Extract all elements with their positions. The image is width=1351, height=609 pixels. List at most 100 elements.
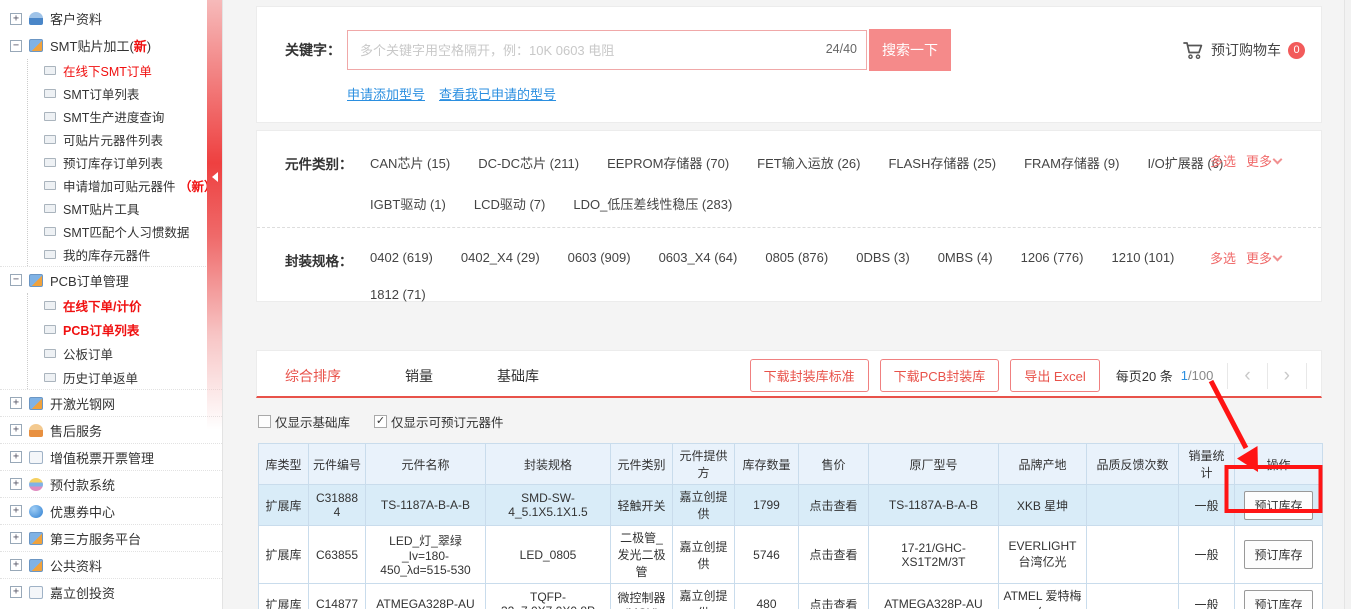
- expand-plus-icon[interactable]: +: [10, 478, 22, 490]
- sidebar-item-pcb-order-mgmt[interactable]: − PCB订单管理: [0, 266, 222, 293]
- category-option[interactable]: FLASH存储器 (25): [888, 153, 996, 172]
- expand-plus-icon[interactable]: +: [10, 397, 22, 409]
- sidebar-item-coupon-center[interactable]: + 优惠券中心: [0, 497, 222, 524]
- sidebar-item-smt-order-list[interactable]: SMT订单列表: [28, 82, 222, 105]
- sidebar-item-reserve-order-list[interactable]: 预订库存订单列表: [28, 151, 222, 174]
- expand-plus-icon[interactable]: +: [10, 559, 22, 571]
- sidebar-item-smt-progress[interactable]: SMT生产进度查询: [28, 105, 222, 128]
- download-lib-standard-button[interactable]: 下载封装库标准: [750, 359, 869, 392]
- tab-base-library[interactable]: 基础库: [497, 366, 539, 386]
- sidebar-item-smt-processing[interactable]: − SMT贴片加工(新): [0, 32, 222, 59]
- keyword-input[interactable]: [347, 30, 867, 70]
- package-option[interactable]: 0402_X4 (29): [461, 250, 540, 265]
- reserve-cart[interactable]: 预订购物车 0: [1183, 40, 1305, 60]
- package-more-link[interactable]: 更多: [1246, 248, 1281, 267]
- category-option[interactable]: IGBT驱动 (1): [370, 194, 446, 213]
- expand-plus-icon[interactable]: +: [10, 424, 22, 436]
- search-button[interactable]: 搜索一下: [869, 29, 951, 71]
- chevron-down-icon: [1273, 252, 1283, 262]
- view-applied-models-link[interactable]: 查看我已申请的型号: [439, 84, 556, 103]
- only-reservable-option[interactable]: ✓ 仅显示可预订元器件: [374, 412, 504, 431]
- category-option[interactable]: CAN芯片 (15): [370, 153, 450, 172]
- sidebar-item-vat-invoice[interactable]: + 增值税票开票管理: [0, 443, 222, 470]
- category-more-link[interactable]: 更多: [1246, 151, 1281, 170]
- apply-add-model-link[interactable]: 申请添加型号: [347, 84, 425, 103]
- sidebar-item-jlc-investment[interactable]: + 嘉立创投资: [0, 578, 222, 605]
- package-option[interactable]: 0MBS (4): [938, 250, 993, 265]
- download-pcb-lib-button[interactable]: 下载PCB封装库: [880, 359, 1000, 392]
- expand-plus-icon[interactable]: +: [10, 586, 22, 598]
- expand-plus-icon[interactable]: +: [10, 13, 22, 25]
- tab-sales-volume[interactable]: 销量: [405, 366, 433, 386]
- part-code-link[interactable]: C318884: [309, 485, 366, 526]
- leaf-icon: [44, 227, 56, 236]
- sidebar-item-mountable-parts[interactable]: 可贴片元器件列表: [28, 128, 222, 151]
- expand-minus-icon[interactable]: −: [10, 40, 22, 52]
- sidebar-item-my-stock-parts[interactable]: 我的库存元器件: [28, 243, 222, 266]
- sidebar-item-history-reorder[interactable]: 历史订单返单: [28, 365, 222, 389]
- package-option[interactable]: 0603 (909): [568, 250, 631, 265]
- package-multi-select-link[interactable]: 多选: [1210, 248, 1236, 267]
- col-provider: 元件提供方: [673, 444, 735, 485]
- expand-plus-icon[interactable]: +: [10, 505, 22, 517]
- sidebar-item-apply-add-parts[interactable]: 申请增加可贴元器件 （新）: [28, 174, 222, 197]
- reserve-stock-button[interactable]: 预订库存: [1244, 540, 1312, 569]
- next-page-button[interactable]: ›: [1267, 363, 1307, 389]
- vertical-scrollbar[interactable]: [1344, 0, 1351, 609]
- category-option[interactable]: LDO_低压差线性稳压 (283): [573, 194, 732, 213]
- category-option[interactable]: FRAM存储器 (9): [1024, 153, 1119, 172]
- col-mpn: 原厂型号: [869, 444, 999, 485]
- expand-plus-icon[interactable]: +: [10, 532, 22, 544]
- sidebar-item-third-party-platform[interactable]: + 第三方服务平台: [0, 524, 222, 551]
- package-option[interactable]: 0603_X4 (64): [659, 250, 738, 265]
- list-options: 仅显示基础库 ✓ 仅显示可预订元器件: [258, 412, 504, 431]
- sidebar-item-public-board-order[interactable]: 公板订单: [28, 341, 222, 365]
- only-base-lib-option[interactable]: 仅显示基础库: [258, 412, 350, 431]
- category-option[interactable]: LCD驱动 (7): [474, 194, 546, 213]
- sidebar-item-laser-stencil[interactable]: + 开激光钢网: [0, 389, 222, 416]
- sidebar-item-customer-info[interactable]: + 客户资料: [0, 5, 222, 32]
- category-option[interactable]: DC-DC芯片 (211): [478, 153, 579, 172]
- sidebar-item-smt-personal-data[interactable]: SMT匹配个人习惯数据: [28, 220, 222, 243]
- cell-action: 预订库存: [1235, 584, 1323, 609]
- sidebar-item-public-info[interactable]: + 公共资料: [0, 551, 222, 578]
- package-option[interactable]: 1812 (71): [370, 287, 426, 302]
- package-option[interactable]: 0DBS (3): [856, 250, 909, 265]
- tab-comprehensive-sort[interactable]: 综合排序: [285, 366, 341, 386]
- price-view-link[interactable]: 点击查看: [799, 584, 869, 609]
- price-view-link[interactable]: 点击查看: [799, 485, 869, 526]
- cell-part-name: LED_灯_翠绿_Iv=180-450_λd=515-530: [366, 526, 486, 584]
- leaf-icon: [44, 135, 56, 144]
- sidebar-item-online-pcb-quote[interactable]: 在线下单/计价: [28, 293, 222, 317]
- part-code-link[interactable]: C63855: [309, 526, 366, 584]
- cell-lib-type: 扩展库: [259, 485, 309, 526]
- cell-stock: 480: [735, 584, 799, 609]
- reserve-stock-button[interactable]: 预订库存: [1244, 590, 1312, 609]
- table-row: 扩展库 C14877 ATMEGA328P-AU TQFP-32_7.0X7.0…: [259, 584, 1323, 609]
- sidebar-item-smt-tools[interactable]: SMT贴片工具: [28, 197, 222, 220]
- reserve-stock-button[interactable]: 预订库存: [1244, 491, 1312, 520]
- package-option[interactable]: 0805 (876): [765, 250, 828, 265]
- package-option[interactable]: 0402 (619): [370, 250, 433, 265]
- checkbox-checked[interactable]: ✓: [374, 415, 387, 428]
- price-view-link[interactable]: 点击查看: [799, 526, 869, 584]
- package-option[interactable]: 1210 (101): [1112, 250, 1175, 265]
- sidebar-item-online-smt-order[interactable]: 在线下SMT订单: [28, 59, 222, 82]
- module-icon: [29, 397, 43, 410]
- expand-plus-icon[interactable]: +: [10, 451, 22, 463]
- sidebar-item-prepayment[interactable]: + 预付款系统: [0, 470, 222, 497]
- category-option[interactable]: FET输入运放 (26): [757, 153, 860, 172]
- package-option[interactable]: 1206 (776): [1021, 250, 1084, 265]
- category-option[interactable]: EEPROM存储器 (70): [607, 153, 729, 172]
- leaf-icon: [44, 301, 56, 310]
- sidebar-collapse-strip[interactable]: [207, 0, 222, 430]
- part-code-link[interactable]: C14877: [309, 584, 366, 609]
- person-icon: [29, 424, 43, 437]
- checkbox-unchecked[interactable]: [258, 415, 271, 428]
- prev-page-button[interactable]: ‹: [1227, 363, 1266, 389]
- sidebar-item-pcb-order-list[interactable]: PCB订单列表: [28, 317, 222, 341]
- export-excel-button[interactable]: 导出 Excel: [1010, 359, 1099, 392]
- category-multi-select-link[interactable]: 多选: [1210, 151, 1236, 170]
- sidebar-item-after-sales[interactable]: + 售后服务: [0, 416, 222, 443]
- expand-minus-icon[interactable]: −: [10, 274, 22, 286]
